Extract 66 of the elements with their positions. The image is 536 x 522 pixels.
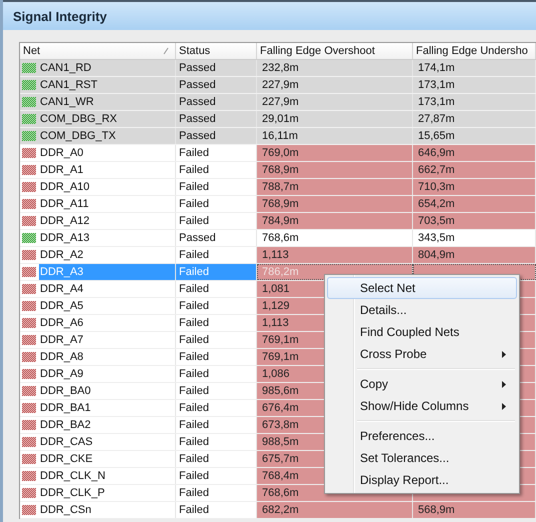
column-header[interactable]: Status bbox=[176, 43, 257, 59]
net-name[interactable]: DDR_CAS bbox=[39, 434, 175, 450]
net-name[interactable]: DDR_A7 bbox=[39, 332, 175, 348]
table-cell: 1,113 bbox=[257, 247, 413, 263]
table-cell: Passed bbox=[176, 94, 257, 110]
table-cell: 784,9m bbox=[257, 213, 413, 229]
net-name[interactable]: DDR_A1 bbox=[39, 162, 175, 178]
table-cell: 646,9m bbox=[413, 145, 536, 161]
table-cell: 174,1m bbox=[413, 60, 536, 76]
sort-icon bbox=[163, 47, 169, 55]
net-name[interactable]: DDR_A2 bbox=[39, 247, 175, 263]
menu-item[interactable]: Select Net bbox=[327, 277, 517, 299]
net-name[interactable]: DDR_A12 bbox=[39, 213, 175, 229]
window-title: Signal Integrity bbox=[13, 8, 107, 24]
net-name[interactable]: DDR_A0 bbox=[39, 145, 175, 161]
net-name[interactable]: CAN1_RST bbox=[39, 77, 175, 93]
net-name[interactable]: DDR_A4 bbox=[39, 281, 175, 297]
net-name[interactable]: CAN1_WR bbox=[39, 94, 175, 110]
table-cell: 227,9m bbox=[257, 94, 413, 110]
net-name[interactable]: DDR_CLK_N bbox=[39, 468, 175, 484]
table-cell: 27,87m bbox=[413, 111, 536, 127]
table-cell: Passed bbox=[176, 230, 257, 246]
table-cell: Passed bbox=[176, 128, 257, 144]
table-cell: 768,9m bbox=[257, 196, 413, 212]
net-name[interactable]: CAN1_RD bbox=[39, 60, 175, 76]
table-cell: 227,9m bbox=[257, 77, 413, 93]
table-cell: 16,11m bbox=[257, 128, 413, 144]
table-cell: 682,2m bbox=[257, 502, 413, 518]
table-cell: 29,01m bbox=[257, 111, 413, 127]
net-name[interactable]: COM_DBG_TX bbox=[39, 128, 175, 144]
net-name[interactable]: DDR_CLK_P bbox=[39, 485, 175, 501]
net-name[interactable]: DDR_CSn bbox=[39, 502, 175, 518]
table-cell: 173,1m bbox=[413, 77, 536, 93]
table-cell: 654,2m bbox=[413, 196, 536, 212]
table-cell: 662,7m bbox=[413, 162, 536, 178]
net-name[interactable]: DDR_A5 bbox=[39, 298, 175, 314]
table-cell: Passed bbox=[176, 77, 257, 93]
table-cell: 232,8m bbox=[257, 60, 413, 76]
column-header[interactable]: Falling Edge Overshoot bbox=[257, 43, 413, 59]
table-cell: 788,7m bbox=[257, 179, 413, 195]
net-name[interactable]: DDR_CKE bbox=[39, 451, 175, 467]
table-cell: Passed bbox=[176, 60, 257, 76]
net-name[interactable]: DDR_A10 bbox=[39, 179, 175, 195]
table-cell: 768,6m bbox=[257, 230, 413, 246]
net-name[interactable]: DDR_A6 bbox=[39, 315, 175, 331]
table-cell: Passed bbox=[176, 111, 257, 127]
column-header[interactable]: Falling Edge Undersho bbox=[413, 43, 536, 59]
net-name[interactable]: DDR_A11 bbox=[39, 196, 175, 212]
net-name[interactable]: DDR_BA2 bbox=[39, 417, 175, 433]
table-cell: 568,9m bbox=[413, 502, 536, 518]
table-cell: 768,9m bbox=[257, 162, 413, 178]
table-cell: 343,5m bbox=[413, 230, 536, 246]
table-cell: 804,9m bbox=[413, 247, 536, 263]
table-cell: 703,5m bbox=[413, 213, 536, 229]
net-name[interactable]: DDR_BA0 bbox=[39, 383, 175, 399]
net-name[interactable]: DDR_A9 bbox=[39, 366, 175, 382]
table-cell: 173,1m bbox=[413, 94, 536, 110]
net-name[interactable]: DDR_BA1 bbox=[39, 400, 175, 416]
net-name[interactable]: COM_DBG_RX bbox=[39, 111, 175, 127]
column-header[interactable]: Net bbox=[20, 43, 176, 59]
table-cell: 15,65m bbox=[413, 128, 536, 144]
net-name[interactable]: DDR_A13 bbox=[39, 230, 175, 246]
net-name[interactable]: DDR_A8 bbox=[39, 349, 175, 365]
table-cell: 769,0m bbox=[257, 145, 413, 161]
table-cell: 710,3m bbox=[413, 179, 536, 195]
table-cell: Failed bbox=[176, 264, 257, 280]
